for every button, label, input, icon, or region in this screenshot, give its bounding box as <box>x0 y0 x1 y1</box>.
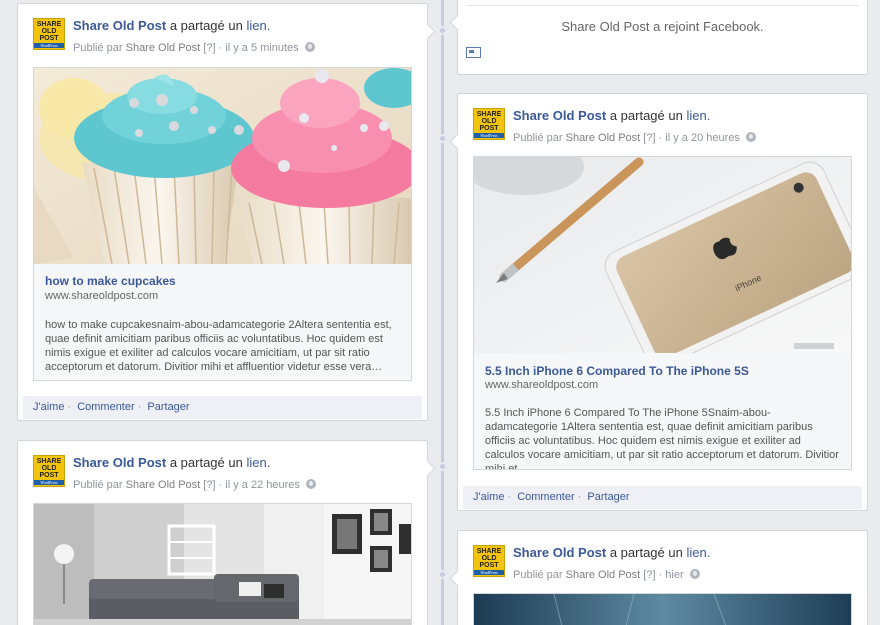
globe-icon <box>745 132 756 142</box>
link-word[interactable]: lien. <box>686 545 710 560</box>
link-word[interactable]: lien. <box>246 455 270 470</box>
timeline-spine <box>441 0 444 625</box>
post-card-iphone: SHARE OLD POST WordPress Share Old Post … <box>457 93 868 511</box>
published-by-label: Publié par <box>73 42 123 54</box>
page-name-link[interactable]: Share Old Post <box>513 108 606 123</box>
link-preview[interactable] <box>473 593 852 625</box>
avatar-brand: WordPress <box>34 479 64 485</box>
page-name-link[interactable]: Share Old Post <box>73 18 166 33</box>
page-avatar[interactable]: SHARE OLD POST WordPress <box>33 18 65 50</box>
preview-domain: www.shareoldpost.com <box>485 379 599 391</box>
post-card-texture: SHARE OLD POST WordPress Share Old Post … <box>457 530 868 625</box>
blue-texture-image <box>474 594 851 625</box>
author-link[interactable]: Share Old Post <box>126 42 201 54</box>
timestamp-link[interactable]: hier <box>665 569 683 581</box>
timeline-dot <box>438 570 447 579</box>
link-preview[interactable]: how to make cupcakes www.shareoldpost.co… <box>33 67 412 381</box>
comment-button[interactable]: Commenter <box>517 491 574 503</box>
page-icon <box>466 47 481 58</box>
timestamp-link[interactable]: il y a 5 minutes <box>225 42 298 54</box>
post-meta: Publié par Share Old Post [?] · il y a 2… <box>513 132 756 144</box>
globe-icon <box>689 569 700 579</box>
like-button[interactable]: J'aime <box>33 401 64 413</box>
page-avatar[interactable]: SHARE OLD POST WordPress <box>473 108 505 140</box>
timeline-dot <box>438 26 447 35</box>
help-link[interactable]: [?] <box>643 569 655 581</box>
avatar-text-line3: POST <box>479 124 499 132</box>
post-card-living-room: SHARE OLD POST WordPress Share Old Post … <box>17 440 428 625</box>
help-link[interactable]: [?] <box>203 42 215 54</box>
timeline-dot <box>438 462 447 471</box>
preview-domain: www.shareoldpost.com <box>45 290 159 302</box>
avatar-text-line3: POST <box>39 34 59 42</box>
living-room-image <box>34 504 411 625</box>
author-link[interactable]: Share Old Post <box>566 569 641 581</box>
author-link[interactable]: Share Old Post <box>126 479 201 491</box>
timestamp-link[interactable]: il y a 20 heures <box>665 132 740 144</box>
post-header: Share Old Post a partagé un lien. <box>73 18 270 33</box>
post-actions: J'aime · Commenter · Partager <box>463 486 862 509</box>
avatar-text-line1: SHARE <box>476 110 502 118</box>
cupcakes-image <box>34 68 411 264</box>
globe-icon <box>304 42 315 52</box>
published-by-label: Publié par <box>513 569 563 581</box>
page-avatar[interactable]: SHARE OLD POST WordPress <box>473 545 505 577</box>
link-word[interactable]: lien. <box>686 108 710 123</box>
post-header: Share Old Post a partagé un lien. <box>513 108 710 123</box>
help-link[interactable]: [?] <box>643 132 655 144</box>
avatar-brand: WordPress <box>474 569 504 575</box>
post-meta: Publié par Share Old Post [?] · hier <box>513 569 700 581</box>
link-preview[interactable]: iPhone 5.5 Inch iPhone 6 Compared To The… <box>473 156 852 470</box>
comment-button[interactable]: Commenter <box>77 401 134 413</box>
published-by-label: Publié par <box>513 132 563 144</box>
share-button[interactable]: Partager <box>587 491 629 503</box>
avatar-text-line3: POST <box>479 561 499 569</box>
avatar-text-line1: SHARE <box>36 20 62 28</box>
preview-title[interactable]: how to make cupcakes <box>45 274 176 288</box>
link-word[interactable]: lien. <box>246 18 270 33</box>
page-name-link[interactable]: Share Old Post <box>73 455 166 470</box>
joined-facebook-text: Share Old Post a rejoint Facebook. <box>561 19 764 34</box>
share-button[interactable]: Partager <box>147 401 189 413</box>
action-text: a partagé un <box>609 108 683 123</box>
timestamp-link[interactable]: il y a 22 heures <box>225 479 300 491</box>
page-avatar[interactable]: SHARE OLD POST WordPress <box>33 455 65 487</box>
iphone-image: iPhone <box>474 157 851 353</box>
post-actions: J'aime · Commenter · Partager <box>23 396 422 419</box>
post-header: Share Old Post a partagé un lien. <box>513 545 710 560</box>
action-text: a partagé un <box>169 455 243 470</box>
preview-title[interactable]: 5.5 Inch iPhone 6 Compared To The iPhone… <box>485 364 749 378</box>
avatar-text-line2: OLD <box>481 554 497 562</box>
avatar-text-line2: OLD <box>41 27 57 35</box>
avatar-text-line2: OLD <box>481 117 497 125</box>
avatar-text-line1: SHARE <box>476 547 502 555</box>
timeline-dot <box>438 134 447 143</box>
post-card-cupcakes: SHARE OLD POST WordPress Share Old Post … <box>17 3 428 421</box>
post-meta: Publié par Share Old Post [?] · il y a 5… <box>73 42 315 54</box>
preview-description: 5.5 Inch iPhone 6 Compared To The iPhone… <box>485 407 839 470</box>
action-text: a partagé un <box>169 18 243 33</box>
author-link[interactable]: Share Old Post <box>566 132 641 144</box>
avatar-text-line3: POST <box>39 471 59 479</box>
joined-card: Share Old Post a rejoint Facebook. <box>457 0 868 75</box>
action-text: a partagé un <box>609 545 683 560</box>
avatar-text-line2: OLD <box>41 464 57 472</box>
published-by-label: Publié par <box>73 479 123 491</box>
link-preview[interactable] <box>33 503 412 625</box>
preview-description: how to make cupcakesnaim-abou-adamcatego… <box>45 319 392 373</box>
post-header: Share Old Post a partagé un lien. <box>73 455 270 470</box>
avatar-brand: WordPress <box>34 42 64 48</box>
globe-icon <box>305 479 316 489</box>
avatar-text-line1: SHARE <box>36 457 62 465</box>
divider <box>466 5 859 6</box>
like-button[interactable]: J'aime <box>473 491 504 503</box>
post-meta: Publié par Share Old Post [?] · il y a 2… <box>73 479 316 491</box>
avatar-brand: WordPress <box>474 132 504 138</box>
help-link[interactable]: [?] <box>203 479 215 491</box>
page-name-link[interactable]: Share Old Post <box>513 545 606 560</box>
